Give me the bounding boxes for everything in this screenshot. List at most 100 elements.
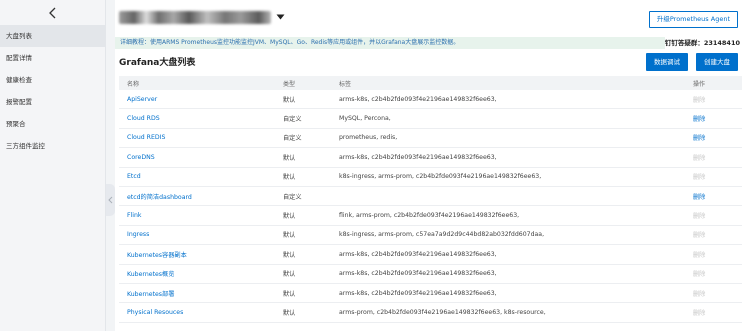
sidebar-item[interactable]: 报警配置 — [0, 91, 105, 113]
delete-action-cell: 删除 — [688, 129, 742, 147]
dashboard-name-link-cell: etcd的简洁dashboard — [119, 187, 277, 205]
dashboard-name-link[interactable]: Kubernetes概览 — [127, 269, 174, 278]
sidebar-item[interactable]: 健康检查 — [0, 69, 105, 91]
create-dashboard-button[interactable]: 创建大盘 — [696, 53, 738, 71]
sidebar-nav: 大盘列表 配置详情 健康检查 报警配置 预聚合 三方组件监控 — [0, 25, 105, 157]
dashboard-name-link-cell: Etcd — [119, 168, 277, 186]
dashboard-tags-cell: prometheus, redis, — [333, 129, 688, 147]
dashboard-name-link[interactable]: Cloud RDS — [127, 115, 160, 122]
delete-action[interactable]: 删除 — [693, 192, 705, 201]
dashboard-tags-cell — [333, 187, 688, 205]
column-header-type: 类型 — [283, 80, 296, 88]
dashboard-type-cell: 默认 — [277, 226, 333, 244]
dashboard-type: 默认 — [283, 174, 296, 182]
table-row: Physical Resouces 默认 arms-prom, c2b4b2fde0… — [119, 303, 742, 323]
dashboard-tags: flink, arms-prom, c2b4b2fde093f4e2196ae1… — [339, 212, 520, 220]
back-button[interactable] — [0, 0, 105, 25]
dashboard-tags: arms-k8s, c2b4b2fde093f4e2196ae149832f6e… — [339, 270, 497, 278]
dashboard-tags-cell: flink, arms-prom, c2b4b2fde093f4e2196ae1… — [333, 206, 688, 224]
delete-action-cell: 删除 — [688, 226, 742, 244]
dashboard-tags: prometheus, redis, — [339, 134, 398, 142]
delete-action-cell: 删除 — [688, 245, 742, 263]
dashboard-type: 默认 — [283, 154, 296, 162]
dashboard-name-link[interactable]: CoreDNS — [127, 154, 155, 161]
table-header: 名称 类型 标签 操作 — [119, 76, 742, 90]
sidebar-item[interactable]: 大盘列表 — [0, 25, 105, 47]
table-row: Cloud REDIS 自定义 prometheus, redis, 删除 — [119, 129, 742, 149]
delete-action: 删除 — [693, 309, 706, 317]
dashboard-type: 自定义 — [283, 193, 302, 201]
dashboard-type-cell: 自定义 — [277, 109, 333, 127]
dashboard-name-link[interactable]: Etcd — [127, 173, 141, 180]
dashboard-name-link-cell: Ingress — [119, 226, 277, 244]
dashboard-name-link[interactable]: ApiServer — [127, 96, 157, 103]
dashboard-tags: k8s-ingress, arms-prom, c2b4b2fde093f4e2… — [339, 173, 542, 181]
table-row: etcd的简洁dashboard 自定义 删除 — [119, 187, 742, 207]
dashboard-name-link-cell: Physical Resouces — [119, 303, 277, 321]
dashboard-name-link[interactable]: etcd的简洁dashboard — [127, 192, 192, 201]
delete-action[interactable]: 删除 — [693, 114, 705, 123]
dashboard-name-link-cell: CoreDNS — [119, 148, 277, 166]
delete-action: 删除 — [693, 174, 706, 182]
delete-action-cell: 删除 — [688, 187, 742, 205]
dashboard-tags: arms-k8s, c2b4b2fde093f4e2196ae149832f6e… — [339, 250, 497, 258]
tutorial-tip[interactable]: 详细教程：使用ARMS Prometheus监控功能监控JVM、MySQL、Go… — [115, 37, 665, 49]
sidebar-item[interactable]: 三方组件监控 — [0, 135, 105, 157]
dashboard-type-cell: 默认 — [277, 148, 333, 166]
dashboard-tags-cell: arms-k8s, c2b4b2fde093f4e2196ae149832f6e… — [333, 90, 688, 108]
dashboard-tags-cell: k8s-ingress, arms-prom, c2b4b2fde093f4e2… — [333, 168, 688, 186]
dashboard-tags: arms-prom, c2b4b2fde093f4e2196ae149832f6… — [339, 308, 546, 316]
delete-action: 删除 — [693, 232, 706, 240]
table-row: CoreDNS 默认 arms-k8s, c2b4b2fde093f4e2196ae… — [119, 148, 742, 168]
sidebar-item[interactable]: 配置详情 — [0, 47, 105, 69]
delete-action: 删除 — [693, 271, 706, 279]
delete-action: 删除 — [693, 96, 706, 104]
dashboard-type-cell: 默认 — [277, 303, 333, 321]
dashboard-name-link-cell: Kubernetes部署 — [119, 284, 277, 302]
topbar: 升级Prometheus Agent — [115, 0, 746, 36]
delete-action-cell: 删除 — [688, 90, 742, 108]
dashboard-name-link-cell: Cloud RDS — [119, 109, 277, 127]
dingtalk-group: 钉钉答疑群：23148410 — [664, 39, 740, 47]
dashboard-type: 默认 — [283, 309, 296, 317]
dashboard-type: 默认 — [283, 251, 296, 259]
delete-action-cell: 删除 — [688, 148, 742, 166]
dashboard-type-cell: 默认 — [277, 90, 333, 108]
dashboard-name-link[interactable]: Physical Resouces — [127, 309, 183, 316]
delete-action-cell: 删除 — [688, 168, 742, 186]
dashboard-name-link[interactable]: Cloud REDIS — [127, 134, 165, 141]
table-body: ApiServer 默认 arms-k8s, c2b4b2fde093f4e2196… — [119, 90, 742, 323]
column-header-name: 名称 — [127, 80, 140, 88]
delete-action-cell: 删除 — [688, 109, 742, 127]
sidebar-collapse-handle[interactable] — [106, 184, 115, 216]
dashboard-tags-cell: arms-k8s, c2b4b2fde093f4e2196ae149832f6e… — [333, 284, 688, 302]
dashboard-name-link[interactable]: Kubernetes容器副本 — [127, 250, 187, 259]
dashboard-name-link-cell: Kubernetes概览 — [119, 265, 277, 283]
dashboard-name-link[interactable]: Ingress — [127, 231, 149, 238]
table-row: Kubernetes部署 默认 arms-k8s, c2b4b2fde093f4e2… — [119, 284, 742, 304]
dashboard-name-link-cell: ApiServer — [119, 90, 277, 108]
dashboard-type-cell: 自定义 — [277, 187, 333, 205]
dashboard-table: 名称 类型 标签 操作 ApiServer 默认 arms-k8s, c2b4b2f… — [119, 76, 742, 323]
dashboard-tags: arms-k8s, c2b4b2fde093f4e2196ae149832f6e… — [339, 153, 497, 161]
table-row: ApiServer 默认 arms-k8s, c2b4b2fde093f4e2196… — [119, 90, 742, 110]
cluster-name-redacted — [119, 11, 271, 24]
dashboard-type: 默认 — [283, 290, 296, 298]
delete-action[interactable]: 删除 — [693, 133, 705, 142]
upgrade-agent-button[interactable]: 升级Prometheus Agent — [648, 11, 738, 28]
caret-down-icon[interactable] — [276, 13, 285, 21]
dashboard-name-link[interactable]: Kubernetes部署 — [127, 289, 174, 298]
sidebar-item[interactable]: 预聚合 — [0, 113, 105, 135]
data-debug-button[interactable]: 数据调试 — [646, 53, 688, 71]
dashboard-tags: MySQL, Percona, — [339, 115, 391, 123]
dashboard-type-cell: 默认 — [277, 206, 333, 224]
dashboard-tags-cell: MySQL, Percona, — [333, 109, 688, 127]
dashboard-tags-cell: arms-k8s, c2b4b2fde093f4e2196ae149832f6e… — [333, 265, 688, 283]
dashboard-tags: arms-k8s, c2b4b2fde093f4e2196ae149832f6e… — [339, 95, 497, 103]
dashboard-tags-cell: arms-prom, c2b4b2fde093f4e2196ae149832f6… — [333, 303, 688, 321]
dashboard-type: 默认 — [283, 96, 296, 104]
dashboard-name-link[interactable]: Flink — [127, 212, 142, 219]
table-row: Ingress 默认 k8s-ingress, arms-prom, c57ea7a… — [119, 226, 742, 246]
dashboard-tags: k8s-ingress, arms-prom, c57ea7a9d2d9c44b… — [339, 231, 545, 239]
dashboard-tags-cell: arms-k8s, c2b4b2fde093f4e2196ae149832f6e… — [333, 245, 688, 263]
